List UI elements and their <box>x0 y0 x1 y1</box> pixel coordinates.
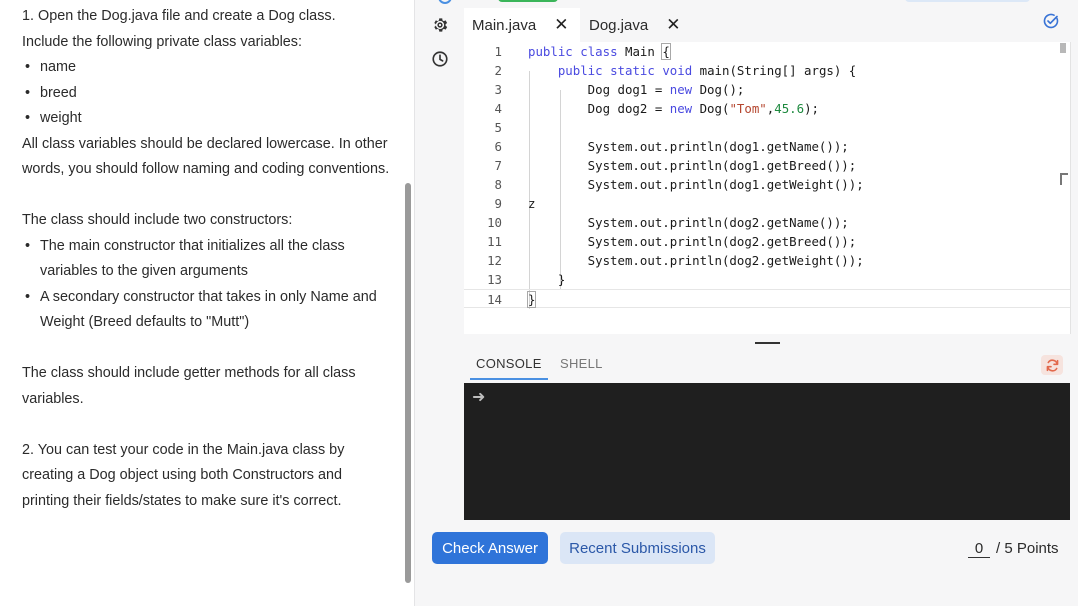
line-number: 13 <box>487 272 502 287</box>
line-number: 9 <box>494 196 502 211</box>
code-text: System.out.println(dog2.getName()); <box>528 215 849 230</box>
code-line[interactable]: 7 System.out.println(dog1.getBreed()); <box>464 156 1070 175</box>
code-text: z <box>528 196 536 211</box>
code-line[interactable]: 14} <box>464 289 1070 308</box>
list-item: breed <box>22 81 392 107</box>
step2-text: 2. You can test your code in the Main.ja… <box>22 441 345 509</box>
tab-label: Main.java <box>472 16 537 34</box>
code-text: Dog dog2 = new Dog("Tom",45.6); <box>528 101 819 116</box>
close-icon[interactable]: ✕ <box>666 15 680 35</box>
top-cutoff-button-secondary[interactable] <box>905 0 1030 2</box>
code-line[interactable]: 6 System.out.println(dog1.getName()); <box>464 137 1070 156</box>
code-text: } <box>526 291 537 308</box>
code-text: } <box>528 272 566 287</box>
variables-list: name breed weight <box>22 55 392 132</box>
line-number: 4 <box>494 101 502 116</box>
list-item: A secondary constructor that takes in on… <box>22 285 392 336</box>
instructions-panel: 1. Open the Dog.java file and create a D… <box>0 0 412 606</box>
prompt-arrow-icon: ➜ <box>472 389 486 406</box>
close-icon[interactable]: ✕ <box>554 15 568 35</box>
recent-submissions-button[interactable]: Recent Submissions <box>560 532 715 564</box>
tab-shell[interactable]: SHELL <box>560 356 603 371</box>
constructors-list: The main constructor that initializes al… <box>22 234 392 336</box>
line-number: 12 <box>487 253 502 268</box>
code-text: Dog dog1 = new Dog(); <box>528 82 745 97</box>
code-line[interactable]: 5 <box>464 118 1070 137</box>
code-text: System.out.println(dog1.getWeight()); <box>528 177 864 192</box>
code-text: System.out.println(dog1.getBreed()); <box>528 158 857 173</box>
code-line[interactable]: 10 System.out.println(dog2.getName()); <box>464 213 1070 232</box>
code-text: System.out.println(dog2.getBreed()); <box>528 234 857 249</box>
refresh-button[interactable] <box>1041 355 1063 375</box>
code-text: public class Main { <box>528 43 671 60</box>
line-number: 10 <box>487 215 502 230</box>
code-line[interactable]: 1 public class Main { <box>464 42 1070 61</box>
refresh-icon <box>1046 358 1058 372</box>
code-editor[interactable]: 1 public class Main {2 public static void… <box>464 42 1070 334</box>
line-number: 2 <box>494 63 502 78</box>
code-text: System.out.println(dog1.getName()); <box>528 139 849 154</box>
code-text: System.out.println(dog2.getWeight()); <box>528 253 864 268</box>
line-number: 3 <box>494 82 502 97</box>
constructors-intro: The class should include two constructor… <box>22 212 293 228</box>
line-number: 8 <box>494 177 502 192</box>
check-answer-button[interactable]: Check Answer <box>432 532 548 564</box>
gear-icon[interactable] <box>430 15 450 35</box>
instructions-content: 1. Open the Dog.java file and create a D… <box>22 4 392 514</box>
step1-intro: 1. Open the Dog.java file and create a D… <box>22 8 336 24</box>
tab-console[interactable]: CONSOLE <box>470 356 548 380</box>
instructions-scrollbar[interactable] <box>405 183 411 583</box>
code-line[interactable]: 12 System.out.println(dog2.getWeight()); <box>464 251 1070 270</box>
history-clock-icon[interactable] <box>430 49 450 69</box>
line-number: 14 <box>487 292 502 307</box>
code-line[interactable]: 11 System.out.println(dog2.getBreed()); <box>464 232 1070 251</box>
line-number: 11 <box>487 234 502 249</box>
code-line[interactable]: 3 Dog dog1 = new Dog(); <box>464 80 1070 99</box>
code-line[interactable]: 8 System.out.println(dog1.getWeight()); <box>464 175 1070 194</box>
tab-label: Dog.java <box>589 16 649 34</box>
top-cutoff-button[interactable] <box>498 0 558 2</box>
pane-resize-handle[interactable] <box>755 342 780 344</box>
console-tabs: CONSOLE SHELL <box>464 350 1070 380</box>
editor-edge <box>1070 42 1071 334</box>
editor-scrollbar-marker[interactable] <box>1060 43 1066 53</box>
points-display: 0 / 5 Points <box>968 540 1059 558</box>
line-number: 1 <box>494 44 502 59</box>
list-item: The main constructor that initializes al… <box>22 234 392 285</box>
line-number: 6 <box>494 139 502 154</box>
code-line[interactable]: 9z <box>464 194 1070 213</box>
console-output[interactable]: ➜ <box>464 383 1070 520</box>
list-item: name <box>22 55 392 81</box>
score-total: / 5 Points <box>996 540 1059 557</box>
line-number: 7 <box>494 158 502 173</box>
cursor-marker <box>1060 173 1068 185</box>
line-number: 5 <box>494 120 502 135</box>
score-earned: 0 <box>968 540 990 558</box>
step1-vars-intro: Include the following private class vari… <box>22 33 302 50</box>
code-text: public static void main(String[] args) { <box>557 63 857 78</box>
code-line[interactable]: 13 } <box>464 270 1070 289</box>
code-line[interactable]: 4 Dog dog2 = new Dog("Tom",45.6); <box>464 99 1070 118</box>
getters-note: The class should include getter methods … <box>22 365 356 407</box>
code-line[interactable]: 2 public static void main(String[] args)… <box>464 61 1070 80</box>
tab-dog-java[interactable]: Dog.java ✕ <box>589 8 689 42</box>
check-circle-icon[interactable] <box>1043 13 1059 29</box>
editor-tabs: Main.java ✕ Dog.java ✕ <box>464 8 1076 42</box>
tab-main-java[interactable]: Main.java ✕ <box>464 8 580 42</box>
lowercase-note: All class variables should be declared l… <box>22 135 390 178</box>
list-item: weight <box>22 106 392 132</box>
